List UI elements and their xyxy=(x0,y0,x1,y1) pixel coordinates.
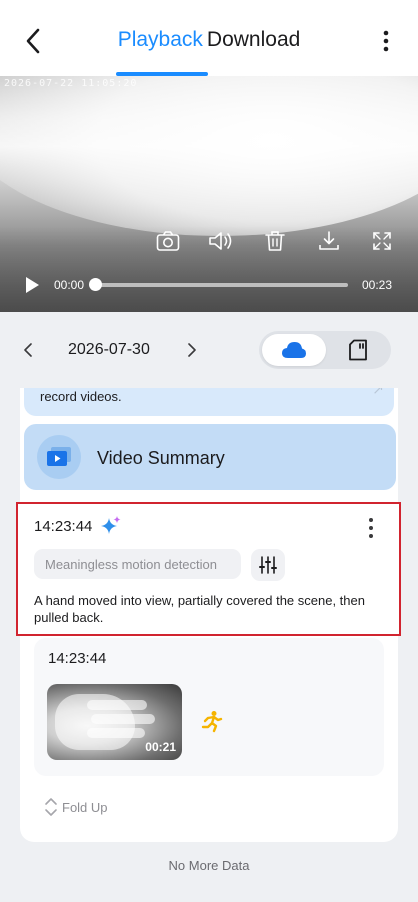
ai-event-time: 14:23:44 xyxy=(34,518,93,535)
play-button[interactable] xyxy=(22,275,42,295)
filter-button[interactable] xyxy=(251,549,285,581)
sparkle-icon xyxy=(101,516,121,534)
view-tabs: Playback Download xyxy=(0,28,418,52)
event-thumbnail[interactable]: 00:21 xyxy=(47,684,182,760)
video-summary-icon xyxy=(47,447,71,466)
snapshot-button[interactable] xyxy=(155,228,181,254)
collapse-icon xyxy=(45,798,57,816)
vertical-dots-icon xyxy=(369,518,373,538)
event-more-button[interactable] xyxy=(364,516,378,540)
notice-banner[interactable]: record videos. ↗ xyxy=(24,388,394,416)
notice-text: record videos. xyxy=(40,389,122,404)
download-icon xyxy=(319,231,339,250)
chevron-right-icon xyxy=(188,343,196,357)
cloud-icon xyxy=(282,342,306,358)
selected-date[interactable]: 2026-07-30 xyxy=(68,341,150,359)
fold-up-button[interactable]: Fold Up xyxy=(44,796,108,818)
detection-tag: Meaningless motion detection xyxy=(34,549,241,579)
running-person-icon xyxy=(201,711,223,733)
event-card[interactable]: 14:23:44 00:21 xyxy=(34,638,384,776)
event-type-badge xyxy=(197,708,225,736)
sd-card-icon xyxy=(349,339,367,361)
mute-button[interactable] xyxy=(208,228,234,254)
sd-card-tab[interactable] xyxy=(327,334,389,366)
trash-icon xyxy=(265,231,285,251)
video-summary-label: Video Summary xyxy=(97,448,225,468)
end-of-list-label: No More Data xyxy=(168,858,250,873)
delete-button[interactable] xyxy=(262,228,288,254)
storage-source-toggle xyxy=(259,331,391,369)
volume-icon xyxy=(209,232,232,250)
ai-event-card[interactable]: 14:23:44 Meaningless motion detection A … xyxy=(16,502,401,636)
vertical-dots-icon xyxy=(383,30,389,52)
next-date-button[interactable] xyxy=(182,338,202,362)
total-time: 00:23 xyxy=(362,278,393,292)
chevron-left-icon xyxy=(24,343,32,357)
detection-tag-label: Meaningless motion detection xyxy=(45,557,217,572)
event-time: 14:23:44 xyxy=(48,650,107,667)
video-summary-button[interactable]: Video Summary xyxy=(24,424,396,490)
video-frame xyxy=(0,76,418,236)
cloud-storage-tab[interactable] xyxy=(262,334,326,366)
event-description: A hand moved into view, partially covere… xyxy=(34,593,365,625)
fullscreen-icon xyxy=(373,232,391,250)
top-bar: Playback Download xyxy=(0,0,418,76)
progress-knob[interactable] xyxy=(89,278,102,291)
tab-playback[interactable]: Playback xyxy=(118,28,203,52)
video-timestamp-overlay: 2026-07-22 11:05:20 xyxy=(4,78,138,89)
date-bar: 2026-07-30 xyxy=(0,312,418,388)
sliders-icon xyxy=(259,556,277,574)
clip-duration: 00:21 xyxy=(145,740,176,754)
previous-date-button[interactable] xyxy=(18,338,38,362)
arrow-icon: ↗ xyxy=(372,388,384,397)
progress-bar[interactable] xyxy=(96,283,348,287)
fold-up-label: Fold Up xyxy=(62,799,108,815)
fullscreen-button[interactable] xyxy=(369,228,395,254)
video-player[interactable]: 2026-07-22 11:05:20 xyxy=(0,76,418,312)
summary-icon-wrap xyxy=(37,435,81,479)
more-options-button[interactable] xyxy=(374,26,398,56)
download-button[interactable] xyxy=(316,228,342,254)
current-time: 00:00 xyxy=(54,278,85,292)
tab-download[interactable]: Download xyxy=(207,28,300,52)
camera-icon xyxy=(156,231,180,251)
